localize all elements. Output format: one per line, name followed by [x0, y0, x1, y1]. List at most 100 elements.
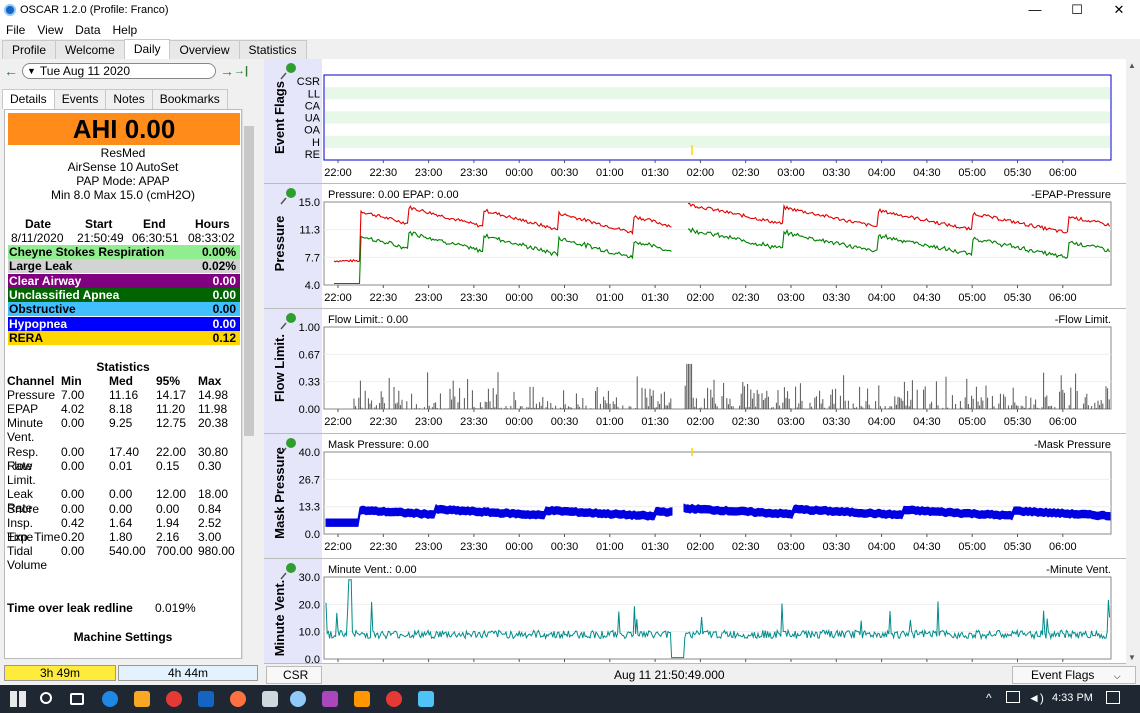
chrome-icon[interactable] [166, 691, 182, 707]
graph-header: Flow Limit.: 0.00 [328, 314, 408, 326]
event-row[interactable]: Obstructive 0.00 [8, 302, 240, 317]
graph-area[interactable]: Event Flags 22:00 22:30 23:00 23:30 00:00 00:3… [264, 59, 1126, 678]
flag-label: UA [305, 113, 321, 125]
minimize-button[interactable]: — [1014, 0, 1056, 20]
stat-min: 0.00 [61, 416, 85, 431]
tab-notes[interactable]: Notes [105, 89, 153, 109]
tab-events[interactable]: Events [53, 89, 107, 109]
graphs-svg[interactable]: Event Flags 22:00 22:30 23:00 23:30 00:00 00:3… [264, 59, 1126, 678]
stat-header-95: 95% [156, 374, 181, 388]
stat-max: 980.00 [198, 544, 235, 559]
record-icon[interactable] [386, 691, 402, 707]
explorer-icon[interactable] [134, 691, 150, 707]
pin-icon[interactable] [286, 63, 296, 73]
stat-med: 1.64 [109, 515, 133, 530]
y-tick-label: 26.7 [299, 474, 320, 486]
time-bar-2: 4h 44m [118, 665, 258, 681]
stat-p95: 22.00 [156, 444, 187, 459]
app-icon-1[interactable] [262, 691, 278, 707]
header-start: Start [85, 217, 113, 231]
menu-file[interactable]: File [6, 23, 25, 37]
event-row[interactable]: Clear Airway 0.00 [8, 273, 240, 288]
session-hours: 08:33:02 [188, 231, 235, 245]
word-icon[interactable] [198, 691, 214, 707]
speaker-icon[interactable]: ◄) [1028, 691, 1044, 705]
tab-statistics[interactable]: Statistics [238, 40, 307, 59]
maximize-button[interactable]: ☐ [1056, 0, 1098, 20]
flag-label: LL [308, 88, 320, 100]
event-name: Cheyne Stokes Respiration [9, 245, 165, 259]
graph-legend: -EPAP-Pressure [1031, 189, 1111, 201]
time-tick-label: 05:30 [1004, 541, 1032, 553]
taskbar-clock[interactable]: 4:33 PM [1052, 692, 1093, 704]
next-day-button[interactable]: → [220, 63, 234, 79]
details-scroll-thumb[interactable] [244, 126, 254, 436]
menu-help[interactable]: Help [113, 23, 138, 37]
time-tick-label: 04:30 [913, 416, 941, 428]
time-tick-label: 06:00 [1049, 416, 1077, 428]
csr-selector[interactable]: CSR ⌵ [266, 666, 322, 697]
window-title: OSCAR 1.2.0 (Profile: Franco) [20, 4, 169, 16]
time-tick-label: 04:00 [868, 541, 896, 553]
y-tick-label: 15.0 [299, 197, 320, 209]
time-tick-label: 22:00 [324, 167, 352, 179]
event-value: 0.00 [212, 316, 236, 331]
time-tick-label: 02:30 [732, 416, 760, 428]
edge-icon[interactable] [102, 691, 118, 707]
pin-icon[interactable] [286, 313, 296, 323]
oscar-icon[interactable] [290, 691, 306, 707]
graph-scrollbar[interactable]: ▲ ▼ [1126, 59, 1140, 664]
time-tick-label: 04:00 [868, 167, 896, 179]
machine-brand: ResMed [100, 146, 146, 160]
event-name: Large Leak [9, 259, 73, 274]
tab-daily[interactable]: Daily [123, 39, 171, 59]
last-day-button[interactable]: →| [234, 65, 248, 77]
event-row[interactable]: RERA 0.12 [8, 330, 240, 345]
event-row[interactable]: Cheyne Stokes Respiration 0.00% [8, 245, 240, 259]
y-tick-label: 40.0 [299, 447, 320, 459]
event-flags-selector[interactable]: Event Flags ⌵ [1012, 666, 1136, 684]
time-tick-label: 23:30 [460, 541, 488, 553]
stat-channel: Minute Vent. [7, 416, 44, 445]
task-view-icon[interactable] [70, 693, 84, 705]
stat-p95: 0.15 [156, 459, 180, 473]
stat-min: 0.00 [61, 487, 85, 502]
stat-channel: Tidal Volume [7, 544, 48, 573]
header-hours: Hours [195, 217, 230, 231]
time-tick-label: 00:30 [551, 416, 579, 428]
time-tick-label: 01:30 [641, 541, 669, 553]
menu-data[interactable]: Data [75, 23, 100, 37]
firefox-icon[interactable] [230, 691, 246, 707]
tab-overview[interactable]: Overview [169, 40, 240, 59]
pin-icon[interactable] [286, 188, 296, 198]
menu-view[interactable]: View [37, 23, 63, 37]
flag-label: CA [305, 100, 321, 112]
prev-day-button[interactable]: ← [4, 63, 18, 79]
tab-details[interactable]: Details [2, 89, 55, 109]
event-row[interactable]: Large Leak 0.02% [8, 259, 240, 274]
event-row[interactable]: Unclassified Apnea 0.00 [8, 287, 240, 302]
search-icon[interactable] [40, 692, 52, 704]
graph-legend: -Mask Pressure [1034, 439, 1111, 451]
tab-bookmarks[interactable]: Bookmarks [151, 89, 228, 109]
stat-min: 0.42 [61, 515, 85, 530]
network-icon[interactable] [1006, 691, 1020, 703]
notification-icon[interactable] [1106, 691, 1120, 704]
status-bar: CSR ⌵ Aug 11 21:50:49.000 Event Flags ⌵ [264, 665, 1140, 697]
app-icon-2[interactable] [322, 691, 338, 707]
chevron-down-icon: ⌵ [1113, 671, 1121, 681]
pin-icon[interactable] [286, 438, 296, 448]
tray-chevron-icon[interactable]: ^ [986, 691, 992, 705]
pin-icon[interactable] [286, 563, 296, 573]
tab-welcome[interactable]: Welcome [55, 40, 125, 59]
app-icon-4[interactable] [418, 691, 434, 707]
date-picker[interactable]: ▼ Tue Aug 11 2020 [22, 63, 216, 79]
stat-p95: 11.20 [156, 402, 186, 417]
tab-profile[interactable]: Profile [2, 40, 57, 59]
windows-start-icon[interactable] [10, 691, 26, 707]
event-row[interactable]: Hypopnea 0.00 [8, 316, 240, 331]
stat-channel: EPAP [7, 402, 39, 417]
app-icon-3[interactable] [354, 691, 370, 707]
y-tick-label: 1.00 [299, 322, 320, 334]
close-button[interactable]: ✕ [1098, 0, 1140, 20]
